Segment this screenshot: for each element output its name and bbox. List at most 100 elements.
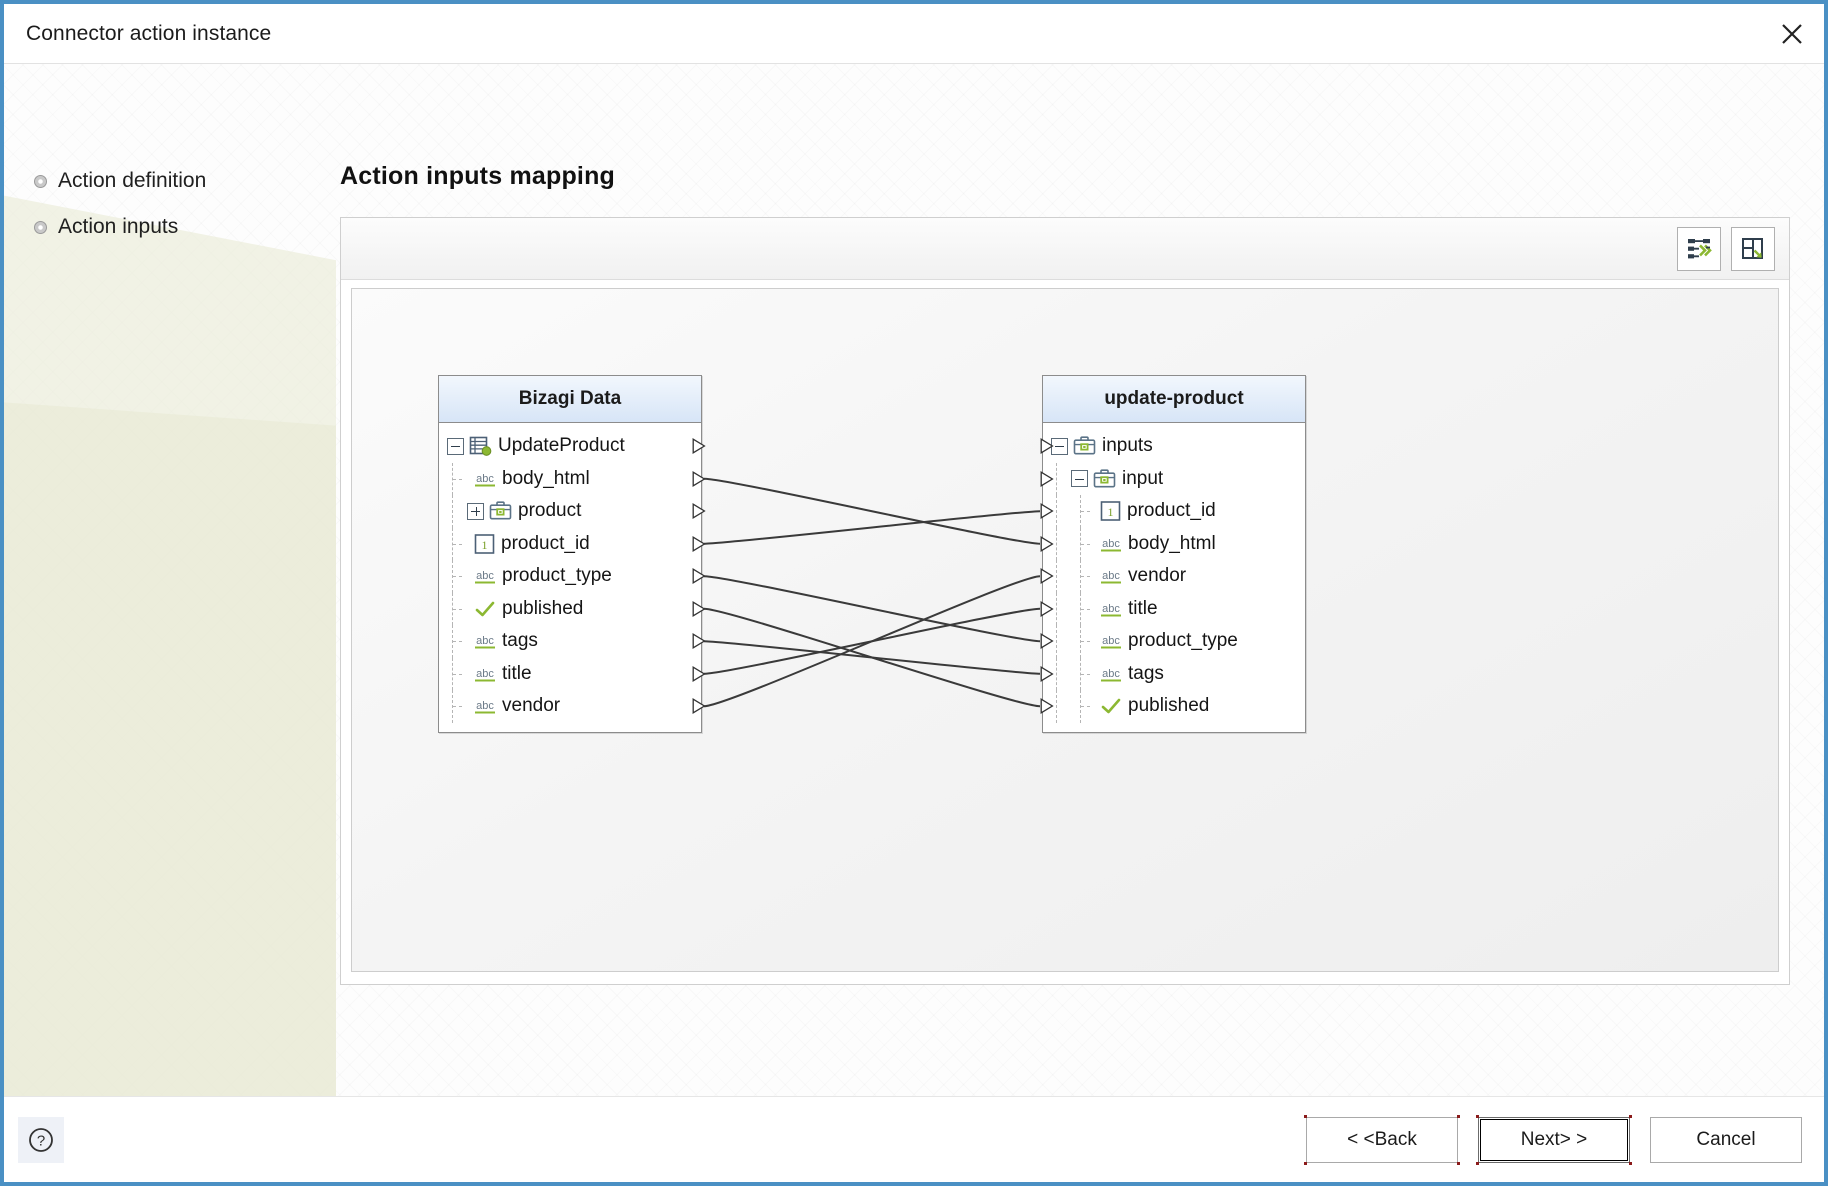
auto-map-icon bbox=[1688, 238, 1712, 258]
wizard-steps-sidebar: Action definition Action inputs bbox=[4, 64, 336, 1096]
tree-row[interactable]: input bbox=[1043, 462, 1305, 495]
source-port-vendor[interactable] bbox=[692, 698, 706, 715]
source-tree-header: Bizagi Data bbox=[439, 376, 701, 423]
tree-row[interactable]: product bbox=[439, 495, 701, 528]
source-port-product_id[interactable] bbox=[692, 535, 706, 552]
tree-indent-guide bbox=[1069, 527, 1091, 560]
tree-guide-line bbox=[1080, 560, 1090, 593]
tree-guide-line bbox=[1056, 462, 1057, 495]
tree-guide-line bbox=[452, 560, 462, 593]
svg-text:abc: abc bbox=[1102, 603, 1120, 615]
tree-row[interactable]: published bbox=[1043, 690, 1305, 723]
number-icon: 1 bbox=[1099, 500, 1122, 522]
svg-text:?: ? bbox=[37, 1132, 45, 1149]
tree-row[interactable]: abc title bbox=[1043, 592, 1305, 625]
tree-guide-line bbox=[1080, 625, 1090, 658]
back-button[interactable]: < <Back bbox=[1306, 1116, 1458, 1163]
entity-icon bbox=[468, 435, 493, 457]
target-port-title[interactable] bbox=[1040, 600, 1054, 617]
tree-indent-guide bbox=[1069, 592, 1091, 625]
target-port-product_type[interactable] bbox=[1040, 633, 1054, 650]
tree-indent-guide bbox=[439, 592, 465, 625]
source-port-tags[interactable] bbox=[692, 633, 706, 650]
dialog-window: Connector action instance Action definit… bbox=[0, 0, 1828, 1186]
tree-indent-guide bbox=[439, 560, 465, 593]
source-port-body_html[interactable] bbox=[692, 470, 706, 487]
tree-row-label: product_id bbox=[1127, 500, 1216, 522]
tree-guide-line bbox=[452, 592, 462, 625]
mapping-link[interactable] bbox=[703, 575, 1041, 643]
tree-row[interactable]: published bbox=[439, 592, 701, 625]
close-icon[interactable] bbox=[1760, 5, 1824, 63]
collapse-icon[interactable] bbox=[447, 437, 464, 455]
tree-guide-line bbox=[1056, 690, 1057, 723]
svg-text:abc: abc bbox=[476, 668, 494, 680]
button-corner-mark bbox=[1304, 1114, 1307, 1118]
tree-row[interactable]: abc vendor bbox=[439, 690, 701, 723]
auto-map-button[interactable] bbox=[1677, 226, 1721, 271]
collapse-icon[interactable] bbox=[1071, 470, 1088, 488]
tree-guide-line bbox=[1080, 690, 1090, 723]
source-port-title[interactable] bbox=[692, 665, 706, 682]
tree-row[interactable]: abc product_type bbox=[1043, 625, 1305, 658]
tree-row-label: title bbox=[1128, 597, 1158, 619]
mapping-link[interactable] bbox=[703, 607, 1041, 708]
sidebar-item-action-inputs[interactable]: Action inputs bbox=[4, 204, 336, 250]
tree-row-label: product_type bbox=[502, 565, 612, 587]
tree-indent-guide bbox=[1069, 690, 1091, 723]
sidebar-item-action-definition[interactable]: Action definition bbox=[4, 158, 336, 204]
mapping-link[interactable] bbox=[703, 510, 1041, 545]
mapping-link[interactable] bbox=[703, 607, 1041, 675]
tree-row[interactable]: abc tags bbox=[439, 625, 701, 658]
title-bar: Connector action instance bbox=[4, 4, 1824, 64]
tree-row[interactable]: inputs bbox=[1043, 430, 1305, 463]
tree-indent-guide bbox=[1069, 625, 1091, 658]
mapping-link[interactable] bbox=[703, 477, 1041, 545]
target-port-body_html[interactable] bbox=[1040, 535, 1054, 552]
target-port-published[interactable] bbox=[1040, 698, 1054, 715]
source-port-product_type[interactable] bbox=[692, 568, 706, 585]
mapping-canvas[interactable]: Bizagi Data UpdateProduct abc body_html pro… bbox=[351, 288, 1779, 972]
tree-guide-line bbox=[452, 527, 462, 560]
source-port-product[interactable] bbox=[692, 503, 706, 520]
tree-row[interactable]: abc vendor bbox=[1043, 560, 1305, 593]
abc-icon: abc bbox=[473, 696, 497, 716]
tree-row[interactable]: UpdateProduct bbox=[439, 430, 701, 463]
bullet-icon bbox=[34, 220, 47, 234]
tree-guide-line bbox=[1056, 592, 1057, 625]
button-corner-mark bbox=[1476, 1161, 1479, 1165]
source-port-UpdateProduct[interactable] bbox=[692, 438, 706, 455]
tree-row[interactable]: abc body_html bbox=[439, 462, 701, 495]
tree-row[interactable]: 1 product_id bbox=[439, 527, 701, 560]
tree-row-label: product bbox=[518, 500, 582, 522]
mapping-link[interactable] bbox=[703, 640, 1041, 675]
target-port-input[interactable] bbox=[1040, 470, 1054, 487]
target-port-tags[interactable] bbox=[1040, 665, 1054, 682]
svg-text:abc: abc bbox=[476, 635, 494, 647]
help-icon[interactable]: ? bbox=[18, 1116, 64, 1163]
svg-text:abc: abc bbox=[1102, 538, 1120, 550]
target-port-inputs[interactable] bbox=[1040, 438, 1054, 455]
cancel-button[interactable]: Cancel bbox=[1650, 1116, 1802, 1163]
tree-row[interactable]: abc tags bbox=[1043, 657, 1305, 690]
tree-row[interactable]: abc title bbox=[439, 657, 701, 690]
target-port-vendor[interactable] bbox=[1040, 568, 1054, 585]
briefcase-icon bbox=[1072, 435, 1097, 457]
wizard-step-list: Action definition Action inputs bbox=[4, 64, 336, 250]
mapping-link[interactable] bbox=[703, 575, 1041, 708]
source-port-published[interactable] bbox=[692, 600, 706, 617]
tree-row-label: published bbox=[1128, 695, 1210, 717]
tree-row-label: tags bbox=[1128, 662, 1164, 684]
svg-text:1: 1 bbox=[482, 538, 488, 552]
tree-row[interactable]: 1 product_id bbox=[1043, 495, 1305, 528]
tree-row[interactable]: abc product_type bbox=[439, 560, 701, 593]
expand-icon[interactable] bbox=[467, 502, 484, 520]
fit-layout-button[interactable] bbox=[1731, 226, 1775, 271]
tree-guide-line bbox=[1056, 560, 1057, 593]
target-tree: update-product inputs input 1 product_id abc… bbox=[1042, 375, 1306, 733]
target-port-product_id[interactable] bbox=[1040, 503, 1054, 520]
abc-icon: abc bbox=[1099, 566, 1123, 586]
tree-row[interactable]: abc body_html bbox=[1043, 527, 1305, 560]
next-button[interactable]: Next> > bbox=[1478, 1116, 1630, 1163]
tree-row-label: title bbox=[502, 662, 532, 684]
